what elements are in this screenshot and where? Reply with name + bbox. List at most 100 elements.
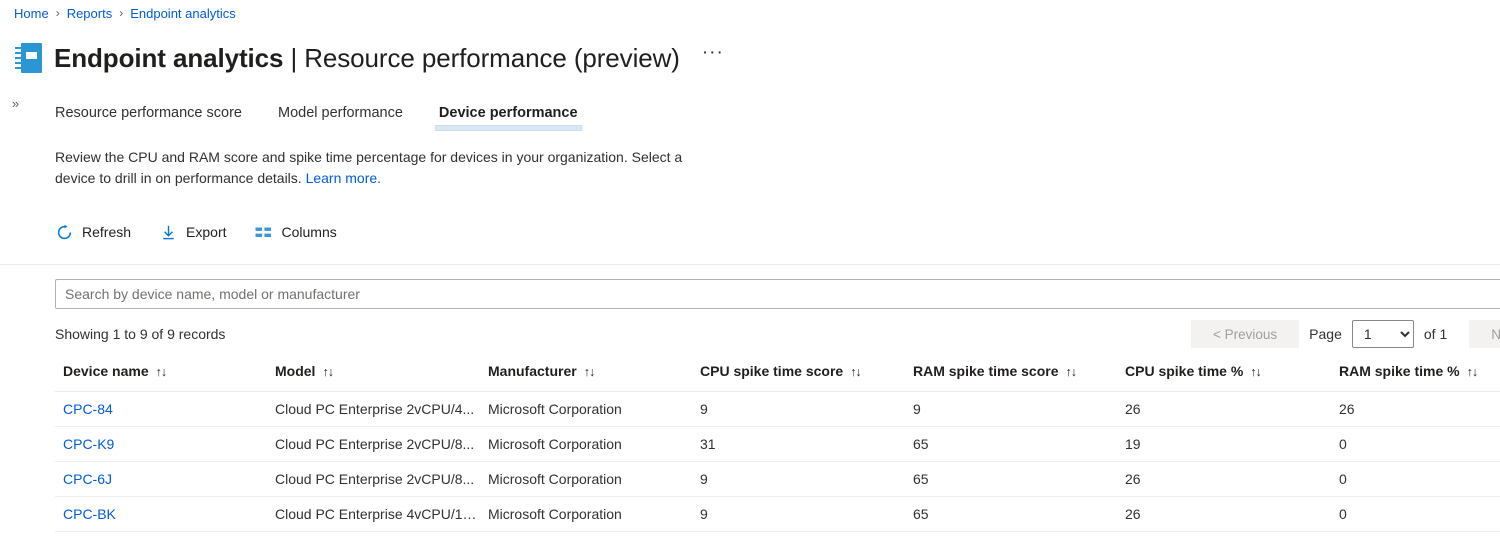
cell-model: Cloud PC Enterprise 4vCPU/16...	[267, 496, 480, 532]
more-options-icon[interactable]: ···	[702, 43, 724, 68]
tab-model-performance[interactable]: Model performance	[278, 105, 403, 126]
sort-icon[interactable]: ↑↓	[1250, 365, 1261, 379]
device-link[interactable]: CPC-K9	[63, 436, 114, 452]
columns-button[interactable]: Columns	[255, 223, 337, 241]
column-header-ram-spike-time-score[interactable]: RAM spike time score ↑↓	[905, 355, 1117, 392]
cell-ram-spike-time-score: 9	[905, 391, 1117, 427]
table-row[interactable]: CPC-BK Cloud PC Enterprise 4vCPU/16... M…	[55, 496, 1500, 532]
next-page-button[interactable]: N	[1469, 320, 1500, 348]
command-bar: Refresh Export Columns	[55, 215, 1500, 249]
refresh-button[interactable]: Refresh	[55, 223, 131, 241]
refresh-label: Refresh	[82, 224, 132, 240]
columns-label: Columns	[281, 224, 337, 240]
cell-cpu-spike-time-pct: 26	[1117, 496, 1331, 532]
cell-cpu-spike-time-score: 9	[692, 496, 905, 532]
cell-model: Cloud PC Enterprise 2vCPU/8...	[267, 461, 480, 497]
page-number-select[interactable]: 1	[1351, 320, 1414, 348]
page-title: Endpoint analytics | Resource performanc…	[54, 43, 680, 74]
column-label: RAM spike time score	[913, 363, 1059, 379]
cell-ram-spike-time-pct: 0	[1331, 496, 1500, 532]
search-row	[55, 279, 1500, 309]
tab-resource-performance-score[interactable]: Resource performance score	[55, 105, 242, 126]
cell-manufacturer: Microsoft Corporation	[480, 391, 692, 427]
pagination-controls: < Previous Page 1 of 1 N	[1191, 320, 1500, 348]
device-link[interactable]: CPC-84	[63, 401, 113, 417]
column-header-cpu-spike-time-score[interactable]: CPU spike time score ↑↓	[692, 355, 905, 392]
cell-model: Cloud PC Enterprise 2vCPU/4...	[267, 391, 480, 427]
cell-manufacturer: Microsoft Corporation	[480, 461, 692, 497]
export-label: Export	[186, 224, 227, 240]
records-count-label: Showing 1 to 9 of 9 records	[55, 326, 226, 342]
breadcrumb: Home › Reports › Endpoint analytics	[0, 0, 1500, 26]
page-title-separator: |	[290, 42, 298, 73]
cell-cpu-spike-time-score: 9	[692, 391, 905, 427]
breadcrumb-item-endpoint-analytics[interactable]: Endpoint analytics	[130, 6, 236, 21]
sort-icon[interactable]: ↑↓	[1066, 365, 1077, 379]
cell-device-name[interactable]: CPC-84	[55, 391, 267, 427]
device-link[interactable]: CPC-BK	[63, 506, 116, 522]
table-row[interactable]: CPC-84 Cloud PC Enterprise 2vCPU/4... Mi…	[55, 391, 1500, 427]
column-header-cpu-spike-time-pct[interactable]: CPU spike time % ↑↓	[1117, 355, 1331, 392]
cell-device-name[interactable]: CPC-6J	[55, 461, 267, 497]
cell-cpu-spike-time-score: 9	[692, 461, 905, 497]
cell-ram-spike-time-score: 65	[905, 496, 1117, 532]
sort-icon[interactable]: ↑↓	[156, 365, 167, 379]
column-label: RAM spike time %	[1339, 363, 1460, 379]
breadcrumb-item-reports[interactable]: Reports	[67, 6, 113, 21]
column-header-manufacturer[interactable]: Manufacturer ↑↓	[480, 355, 692, 392]
sort-icon[interactable]: ↑↓	[322, 365, 333, 379]
cell-cpu-spike-time-pct: 26	[1117, 391, 1331, 427]
column-header-ram-spike-time-pct[interactable]: RAM spike time % ↑↓	[1331, 355, 1500, 392]
column-label: Device name	[63, 363, 149, 379]
table-row[interactable]: CPC-K9 Cloud PC Enterprise 2vCPU/8... Mi…	[55, 426, 1500, 462]
expand-sidebar-icon[interactable]: »	[0, 96, 26, 111]
command-bar-divider	[0, 264, 1500, 265]
column-label: CPU spike time score	[700, 363, 844, 379]
page-header: Endpoint analytics | Resource performanc…	[0, 26, 1500, 82]
records-and-pagination: Showing 1 to 9 of 9 records < Previous P…	[55, 319, 1500, 349]
table-row[interactable]: CPC-6J Cloud PC Enterprise 2vCPU/8... Mi…	[55, 461, 1500, 497]
search-input[interactable]	[55, 279, 1500, 309]
cell-ram-spike-time-pct: 0	[1331, 426, 1500, 462]
table-header-row: Device name ↑↓ Model ↑↓ Manufacturer ↑↓ CPU…	[55, 355, 1500, 392]
report-book-icon	[14, 41, 44, 75]
learn-more-link[interactable]: Learn more.	[306, 170, 381, 186]
cell-cpu-spike-time-score: 31	[692, 426, 905, 462]
columns-icon	[255, 223, 273, 241]
column-label: CPU spike time %	[1125, 363, 1244, 379]
sort-icon[interactable]: ↑↓	[584, 365, 595, 379]
tab-bar: Resource performance score Model perform…	[55, 92, 1500, 131]
cell-ram-spike-time-score: 65	[905, 461, 1117, 497]
column-header-model[interactable]: Model ↑↓	[267, 355, 480, 392]
page-title-main: Endpoint analytics	[54, 42, 284, 73]
column-label: Manufacturer	[488, 363, 577, 379]
column-header-device-name[interactable]: Device name ↑↓	[55, 355, 267, 392]
cell-ram-spike-time-pct: 26	[1331, 391, 1500, 427]
sort-icon[interactable]: ↑↓	[1467, 365, 1478, 379]
table-body: CPC-84 Cloud PC Enterprise 2vCPU/4... Mi…	[55, 391, 1500, 532]
previous-page-button[interactable]: < Previous	[1191, 320, 1300, 348]
tab-device-performance[interactable]: Device performance	[434, 105, 582, 131]
column-label: Model	[275, 363, 316, 379]
export-button[interactable]: Export	[159, 223, 227, 241]
page-title-sub: Resource performance (preview)	[304, 42, 680, 73]
device-performance-table-wrap: Device name ↑↓ Model ↑↓ Manufacturer ↑↓ CPU…	[55, 355, 1500, 532]
cell-ram-spike-time-pct: 0	[1331, 461, 1500, 497]
export-icon	[159, 223, 177, 241]
cell-device-name[interactable]: CPC-BK	[55, 496, 267, 532]
cell-manufacturer: Microsoft Corporation	[480, 496, 692, 532]
cell-device-name[interactable]: CPC-K9	[55, 426, 267, 462]
tab-divider	[55, 128, 1500, 129]
breadcrumb-item-home[interactable]: Home	[14, 6, 49, 21]
sort-icon[interactable]: ↑↓	[850, 365, 861, 379]
cell-model: Cloud PC Enterprise 2vCPU/8...	[267, 426, 480, 462]
main-content: Resource performance score Model perform…	[0, 92, 1500, 532]
cell-manufacturer: Microsoft Corporation	[480, 426, 692, 462]
cell-cpu-spike-time-pct: 26	[1117, 461, 1331, 497]
sidebar-rail: »	[0, 96, 26, 111]
cell-cpu-spike-time-pct: 19	[1117, 426, 1331, 462]
breadcrumb-separator-icon: ›	[55, 6, 60, 20]
device-link[interactable]: CPC-6J	[63, 471, 112, 487]
page-label: Page	[1309, 326, 1342, 342]
page-total-label: of 1	[1423, 326, 1448, 342]
